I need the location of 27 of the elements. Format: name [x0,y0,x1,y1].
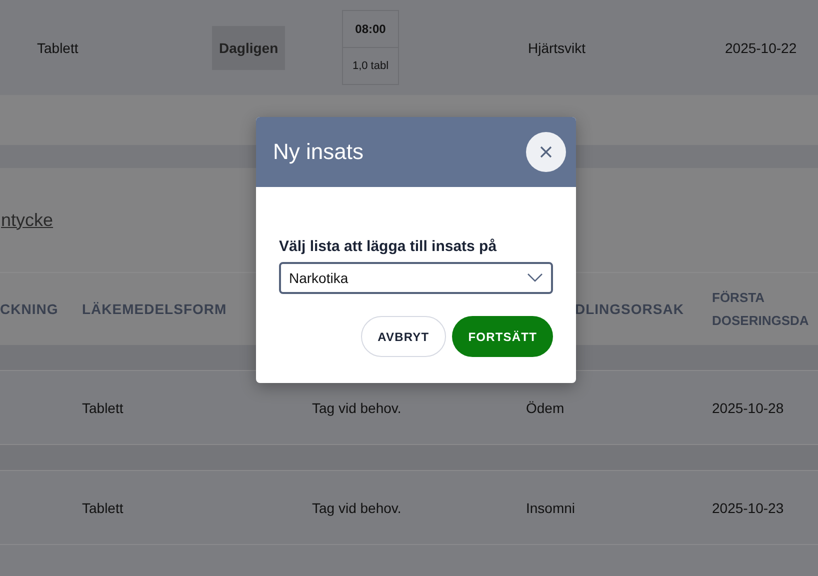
column-header: CKNING [0,301,60,317]
continue-button[interactable]: FORTSÄTT [452,316,553,357]
close-icon [539,145,553,159]
field-label: Välj lista att lägga till insats på [279,238,498,255]
table-cell-text: 2025-10-23 [712,500,785,516]
table-cell-text: Tablett [82,400,124,416]
column-header: FÖRSTA DOSERINGSDA [712,290,810,328]
table-cell-text: Insomni [526,500,576,516]
table-cell-text: Ödem [526,400,566,416]
dialog-title: Ny insats [273,139,364,165]
close-button[interactable] [526,132,566,172]
table-cell-text: Tablett [37,40,80,56]
table-cell-text: Hjärtsvikt [528,40,587,56]
table-cell-text: 2025-10-22 [725,40,798,56]
table-cell-text: Tag vid behov. [312,500,402,516]
chevron-down-icon [527,273,543,283]
table-cell-text: Tablett [82,500,124,516]
list-dropdown[interactable]: Narkotika [279,262,553,294]
table-cell-text: Tag vid behov. [312,400,402,416]
column-header: LÄKEMEDELSFORM [82,301,228,317]
frequency-tag: Dagligen [212,26,286,70]
table-cell-text: 2025-10-28 [712,400,785,416]
column-header: DLINGSORSAK [575,301,685,317]
dose-amount: 1,0 tabl [351,59,390,74]
cancel-button[interactable]: AVBRYT [360,316,446,357]
dose-time: 08:00 [343,11,398,48]
link[interactable]: ntycke [1,210,54,230]
